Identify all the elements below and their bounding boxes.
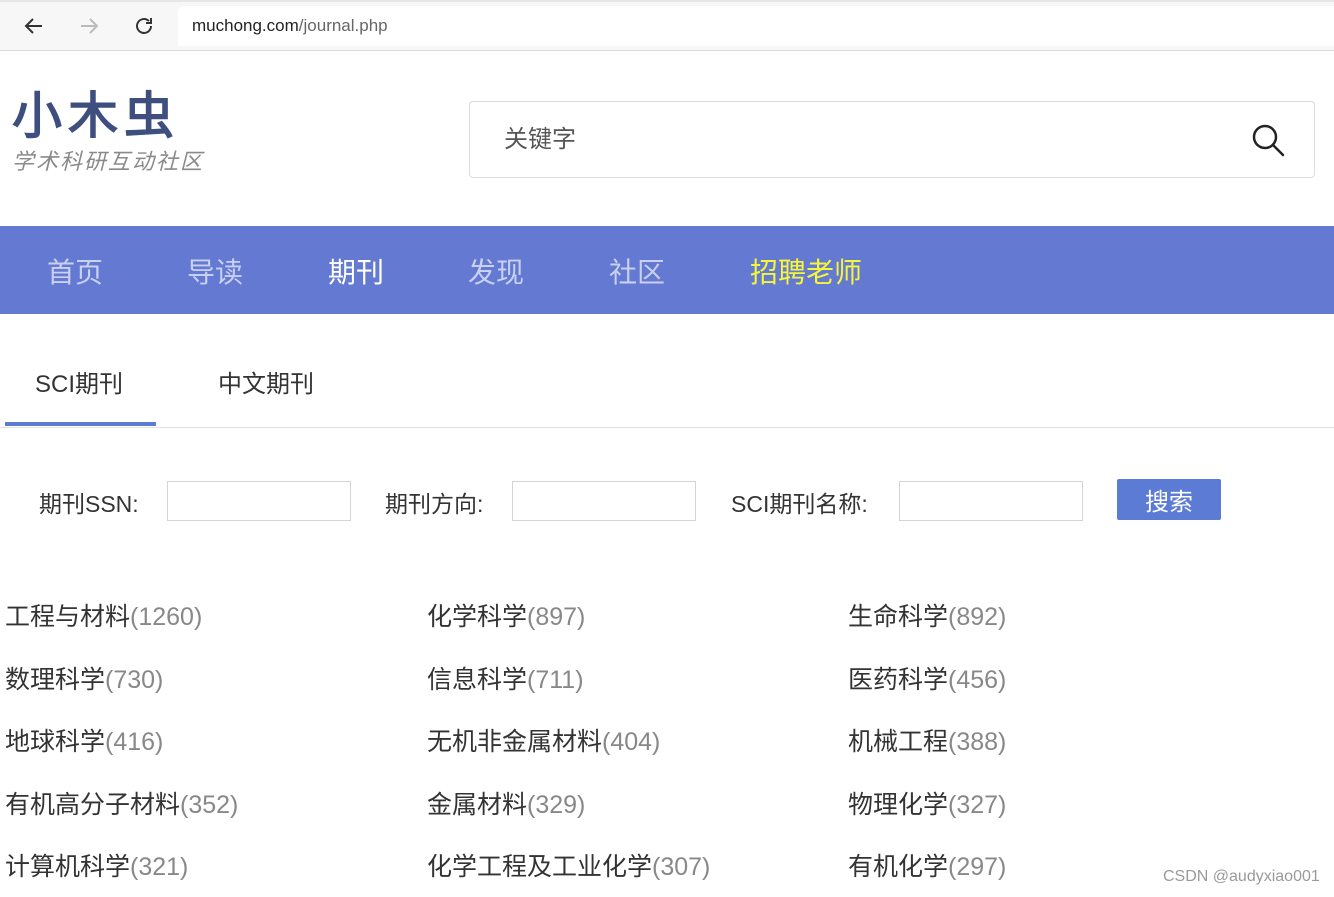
category-name: 医药科学	[848, 666, 949, 694]
tab-chinese[interactable]: 中文期刊	[218, 364, 314, 399]
category-name: 物理化学	[848, 791, 949, 819]
category-name: 有机高分子材料	[5, 791, 181, 819]
category-item[interactable]: 生命科学(892)	[848, 597, 1006, 633]
category-item[interactable]: 信息科学(711)	[427, 660, 584, 696]
tab-sci[interactable]: SCI期刊	[35, 364, 123, 399]
category-name: 计算机科学	[5, 853, 131, 881]
category-count: (388)	[948, 728, 1007, 756]
reload-icon	[136, 18, 152, 34]
category-name: 金属材料	[427, 791, 528, 819]
category-name: 生命科学	[848, 603, 949, 631]
category-item[interactable]: 地球科学(416)	[5, 722, 163, 758]
nav-item-recruit[interactable]: 招聘老师	[750, 251, 862, 291]
journal-tabs: SCI期刊 中文期刊	[0, 314, 1334, 428]
category-item[interactable]: 物理化学(327)	[848, 785, 1006, 821]
category-count: (711)	[527, 666, 584, 694]
search-box	[469, 101, 1315, 178]
category-item[interactable]: 化学科学(897)	[427, 597, 585, 633]
category-count: (307)	[652, 853, 711, 881]
csdn-watermark: CSDN @audyxiao001	[1163, 868, 1320, 885]
category-count: (456)	[948, 666, 1007, 694]
category-count: (329)	[527, 791, 586, 819]
forward-button[interactable]	[73, 10, 105, 42]
active-tab-indicator	[5, 422, 156, 426]
category-count: (321)	[130, 853, 189, 881]
category-count: (297)	[948, 853, 1007, 881]
category-name: 化学工程及工业化学	[427, 853, 653, 881]
url-domain: muchong.com	[192, 16, 299, 35]
nav-item-journal[interactable]: 期刊	[328, 251, 384, 291]
category-name: 有机化学	[848, 853, 949, 881]
category-name: 无机非金属材料	[427, 728, 603, 756]
category-count: (416)	[105, 728, 164, 756]
category-count: (327)	[948, 791, 1007, 819]
direction-input[interactable]	[512, 481, 696, 521]
category-count: (352)	[180, 791, 239, 819]
ssn-input[interactable]	[167, 481, 351, 521]
category-item[interactable]: 金属材料(329)	[427, 785, 585, 821]
site-logo[interactable]: 小木虫 学术科研互动社区	[12, 90, 242, 190]
nav-item-community[interactable]: 社区	[609, 251, 665, 291]
category-item[interactable]: 无机非金属材料(404)	[427, 722, 660, 758]
main-nav: 首页 导读 期刊 发现 社区 招聘老师	[0, 226, 1334, 314]
category-item[interactable]: 工程与材料(1260)	[5, 597, 202, 633]
nav-item-discover[interactable]: 发现	[468, 251, 524, 291]
category-count: (1260)	[130, 603, 203, 631]
category-item[interactable]: 化学工程及工业化学(307)	[427, 847, 710, 883]
category-item[interactable]: 机械工程(388)	[848, 722, 1006, 758]
category-count: (404)	[602, 728, 661, 756]
category-count: (730)	[105, 666, 164, 694]
journal-name-label: SCI期刊名称:	[731, 491, 868, 517]
category-name: 化学科学	[427, 603, 528, 631]
category-item[interactable]: 有机高分子材料(352)	[5, 785, 238, 821]
url-path: /journal.php	[298, 16, 388, 35]
address-bar[interactable]: muchong.com/journal.php	[178, 6, 1334, 46]
back-button[interactable]	[18, 10, 50, 42]
category-item[interactable]: 计算机科学(321)	[5, 847, 188, 883]
direction-label: 期刊方向:	[385, 491, 484, 517]
ssn-label: 期刊SSN:	[39, 491, 139, 517]
browser-toolbar: muchong.com/journal.php	[0, 0, 1334, 51]
category-item[interactable]: 数理科学(730)	[5, 660, 163, 696]
category-item[interactable]: 有机化学(297)	[848, 847, 1006, 883]
category-count: (897)	[527, 603, 586, 631]
search-icon[interactable]	[1250, 122, 1286, 158]
reload-button[interactable]	[128, 10, 160, 42]
search-input[interactable]	[502, 124, 1206, 155]
nav-item-home[interactable]: 首页	[47, 251, 103, 291]
category-name: 地球科学	[5, 728, 106, 756]
logo-title: 小木虫	[12, 86, 180, 145]
category-name: 数理科学	[5, 666, 106, 694]
category-item[interactable]: 医药科学(456)	[848, 660, 1006, 696]
arrow-left-icon	[24, 18, 42, 34]
nav-item-guide[interactable]: 导读	[187, 251, 243, 291]
arrow-right-icon	[81, 18, 99, 34]
tab-strip-edge	[0, 0, 1334, 2]
category-name: 信息科学	[427, 666, 528, 694]
logo-subtitle: 学术科研互动社区	[12, 150, 205, 175]
category-name: 工程与材料	[5, 603, 131, 631]
journal-name-input[interactable]	[899, 481, 1083, 521]
category-count: (892)	[948, 603, 1007, 631]
search-button[interactable]: 搜索	[1117, 479, 1221, 520]
category-name: 机械工程	[848, 728, 949, 756]
